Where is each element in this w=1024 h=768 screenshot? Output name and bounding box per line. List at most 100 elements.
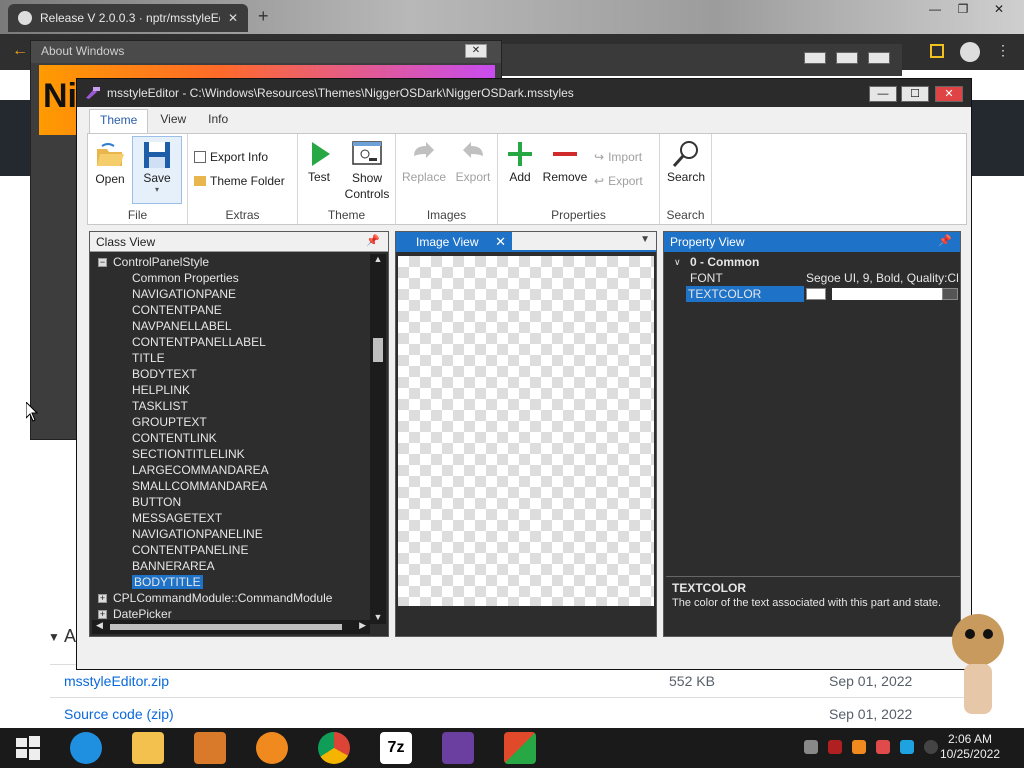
property-value[interactable]: Segoe UI, 9, Bold, Quality:ClearT bbox=[806, 270, 958, 286]
scroll-left-icon[interactable]: ◀ bbox=[96, 620, 103, 631]
chevron-down-icon[interactable]: ∨ bbox=[674, 254, 681, 270]
tab-image-view[interactable]: Image View ✕ bbox=[396, 232, 512, 252]
tree-node[interactable]: BANNERAREA bbox=[92, 558, 370, 574]
tree-node[interactable]: LARGECOMMANDAREA bbox=[92, 462, 370, 478]
tree-node[interactable]: SMALLCOMMANDAREA bbox=[92, 478, 370, 494]
pin-icon[interactable]: 📌 bbox=[366, 234, 380, 247]
tab-info[interactable]: Info bbox=[198, 109, 238, 133]
scroll-right-icon[interactable]: ▶ bbox=[359, 620, 366, 631]
editor-maximize-button[interactable]: ☐ bbox=[901, 86, 929, 102]
tree-node-root[interactable]: − ControlPanelStyle bbox=[92, 254, 370, 270]
export-property-button[interactable]: ↩ Export bbox=[594, 174, 643, 188]
tree-node[interactable]: NAVIGATIONPANELINE bbox=[92, 526, 370, 542]
export-image-button[interactable]: Export bbox=[452, 138, 494, 184]
tray-icon[interactable] bbox=[876, 740, 890, 754]
profile-icon[interactable] bbox=[960, 42, 980, 62]
tray-icon[interactable] bbox=[900, 740, 914, 754]
expand-icon[interactable]: + bbox=[98, 610, 107, 620]
tray-icon[interactable] bbox=[828, 740, 842, 754]
scroll-up-icon[interactable]: ▲ bbox=[370, 254, 386, 264]
remove-property-button[interactable]: Remove bbox=[540, 138, 590, 184]
uc-browser-icon[interactable] bbox=[256, 732, 288, 764]
color-swatch[interactable] bbox=[806, 288, 826, 300]
browser-tab[interactable]: Release V 2.0.0.3 · nptr/msstyleEd ✕ bbox=[8, 4, 248, 32]
open-button[interactable]: Open bbox=[92, 140, 128, 186]
clock[interactable]: 2:06 AM 10/25/2022 bbox=[940, 732, 1000, 762]
tree-node[interactable]: CONTENTPANELLABEL bbox=[92, 334, 370, 350]
close-icon[interactable]: ✕ bbox=[495, 234, 506, 250]
theme-folder-button[interactable]: Theme Folder bbox=[194, 174, 285, 188]
tab-view[interactable]: View bbox=[150, 109, 196, 133]
media-player-icon[interactable] bbox=[194, 732, 226, 764]
file-explorer-icon[interactable] bbox=[132, 732, 164, 764]
back-icon[interactable]: ← bbox=[12, 42, 28, 60]
class-horizontal-scrollbar[interactable]: ◀ ▶ bbox=[92, 620, 370, 634]
tree-node[interactable]: Common Properties bbox=[92, 270, 370, 286]
menu-icon[interactable]: ⋮ bbox=[996, 42, 1010, 59]
scroll-down-icon[interactable]: ▼ bbox=[370, 612, 386, 622]
bg-close-button[interactable] bbox=[868, 52, 890, 64]
about-close-button[interactable]: ✕ bbox=[465, 44, 487, 58]
extension-icon[interactable] bbox=[930, 44, 944, 58]
class-view-panel: Class View 📌 − ControlPanelStyle Common P… bbox=[89, 231, 389, 637]
tree-node[interactable]: GROUPTEXT bbox=[92, 414, 370, 430]
tray-icon[interactable] bbox=[852, 740, 866, 754]
bg-maximize-button[interactable] bbox=[836, 52, 858, 64]
tree-node-selected[interactable]: BODYTITLE bbox=[92, 574, 370, 590]
test-button[interactable]: Test bbox=[304, 138, 334, 184]
show-controls-button[interactable]: Show Controls bbox=[340, 138, 394, 202]
scroll-thumb[interactable] bbox=[373, 338, 383, 362]
internet-explorer-icon[interactable] bbox=[70, 732, 102, 764]
new-tab-button[interactable]: + bbox=[258, 6, 269, 27]
tree-node[interactable]: CONTENTLINK bbox=[92, 430, 370, 446]
close-tab-icon[interactable]: ✕ bbox=[228, 11, 238, 25]
tree-node[interactable]: CONTENTPANE bbox=[92, 302, 370, 318]
tree-node[interactable]: HELPLINK bbox=[92, 382, 370, 398]
7zip-icon[interactable]: 7z bbox=[380, 732, 412, 764]
tree-node-sibling[interactable]: + CPLCommandModule::CommandModule bbox=[92, 590, 370, 606]
tab-theme[interactable]: Theme bbox=[89, 109, 149, 133]
property-row-selected[interactable]: TEXTCOLOR bbox=[666, 286, 960, 302]
tree-node[interactable]: BUTTON bbox=[92, 494, 370, 510]
color-picker-button[interactable] bbox=[942, 288, 958, 300]
property-row[interactable]: FONT Segoe UI, 9, Bold, Quality:ClearT bbox=[666, 270, 960, 286]
color-value-input[interactable] bbox=[832, 288, 942, 300]
msstyleeditor-taskbar-icon[interactable] bbox=[442, 732, 474, 764]
tree-node[interactable]: BODYTEXT bbox=[92, 366, 370, 382]
save-button[interactable]: Save ▾ bbox=[132, 136, 182, 204]
chevron-down-icon[interactable]: ▼ bbox=[640, 234, 650, 245]
browser-maximize-button[interactable]: ❐ bbox=[952, 2, 974, 16]
pin-icon[interactable]: 📌 bbox=[938, 234, 952, 247]
asset-row[interactable]: Source code (zip) Sep 01, 2022 bbox=[50, 698, 970, 731]
asset-name[interactable]: Source code (zip) bbox=[64, 706, 669, 722]
tree-node[interactable]: MESSAGETEXT bbox=[92, 510, 370, 526]
collapse-icon[interactable]: − bbox=[98, 258, 107, 268]
volume-icon[interactable] bbox=[924, 740, 938, 754]
class-vertical-scrollbar[interactable]: ▲ ▼ bbox=[370, 254, 386, 624]
property-category[interactable]: ∨ 0 - Common bbox=[666, 254, 960, 270]
asset-name[interactable]: msstyleEditor.zip bbox=[64, 673, 669, 689]
replace-button[interactable]: Replace bbox=[400, 138, 448, 184]
editor-minimize-button[interactable]: — bbox=[869, 86, 897, 102]
windows-flag-icon[interactable] bbox=[504, 732, 536, 764]
search-button[interactable]: Search bbox=[664, 138, 708, 184]
tree-node[interactable]: NAVIGATIONPANE bbox=[92, 286, 370, 302]
expand-icon[interactable]: + bbox=[98, 594, 107, 604]
tree-node[interactable]: TASKLIST bbox=[92, 398, 370, 414]
tree-node[interactable]: NAVPANELLABEL bbox=[92, 318, 370, 334]
import-property-button[interactable]: ↪ Import bbox=[594, 150, 642, 164]
editor-close-button[interactable]: ✕ bbox=[935, 86, 963, 102]
browser-close-button[interactable]: ✕ bbox=[988, 2, 1010, 16]
browser-minimize-button[interactable]: — bbox=[924, 2, 946, 16]
chrome-icon[interactable] bbox=[318, 732, 350, 764]
export-info-button[interactable]: Export Info bbox=[194, 150, 268, 164]
tree-node[interactable]: CONTENTPANELINE bbox=[92, 542, 370, 558]
bg-minimize-button[interactable] bbox=[804, 52, 826, 64]
tree-node[interactable]: TITLE bbox=[92, 350, 370, 366]
tree-node[interactable]: SECTIONTITLELINK bbox=[92, 446, 370, 462]
scroll-thumb[interactable] bbox=[110, 624, 342, 630]
start-button[interactable] bbox=[12, 732, 44, 764]
add-property-button[interactable]: Add bbox=[504, 138, 536, 184]
save-dropdown-icon[interactable]: ▾ bbox=[133, 185, 181, 194]
tray-icon[interactable] bbox=[804, 740, 818, 754]
